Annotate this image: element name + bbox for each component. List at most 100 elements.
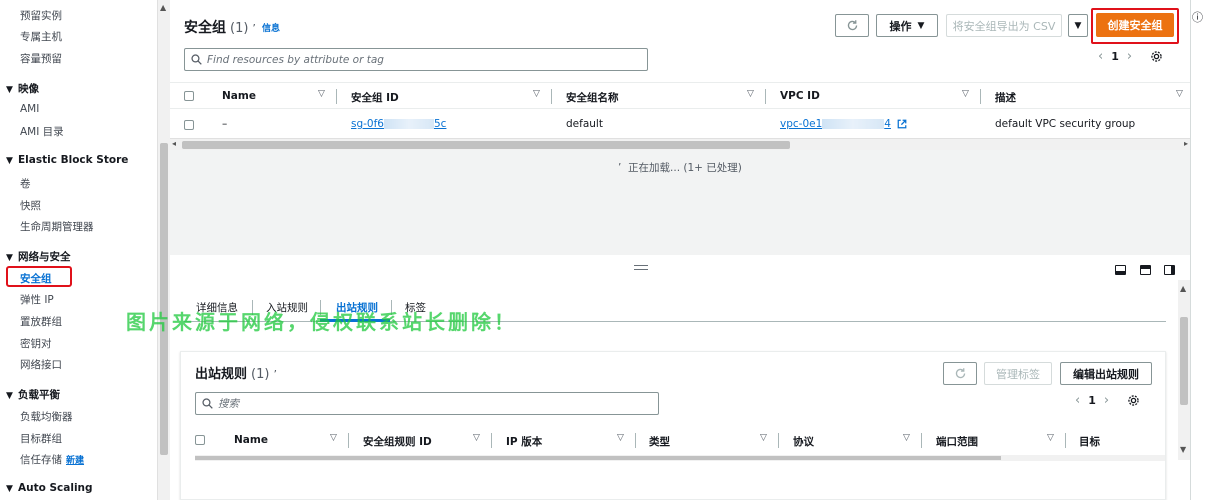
page-number[interactable]: 1 <box>1088 394 1096 407</box>
column-header-sg-id[interactable]: 安全组 ID <box>351 90 399 105</box>
column-divider[interactable] <box>551 89 552 104</box>
sidebar-section-ebs[interactable]: ▼ Elastic Block Store <box>6 154 128 166</box>
panel-splitter[interactable] <box>170 255 1190 280</box>
search-input[interactable]: Find resources by attribute or tag <box>184 48 648 71</box>
sort-icon[interactable]: ▽ <box>473 433 480 443</box>
drag-handle-icon[interactable] <box>634 265 648 270</box>
chevron-right-icon[interactable]: › <box>1127 49 1132 64</box>
scroll-left-icon[interactable]: ◂ <box>172 139 176 148</box>
table-horizontal-scrollbar[interactable]: ◂ ▸ <box>170 138 1190 150</box>
sidebar-item-capacity-reservations[interactable]: 容量预留 <box>20 51 62 66</box>
chevron-left-icon[interactable]: ‹ <box>1075 393 1080 408</box>
column-header-name[interactable]: Name <box>234 434 268 446</box>
column-divider[interactable] <box>635 433 636 448</box>
column-header-rule-id[interactable]: 安全组规则 ID <box>363 434 432 449</box>
sort-icon[interactable]: ▽ <box>1176 89 1183 99</box>
sidebar-section-auto-scaling[interactable]: ▼ Auto Scaling <box>6 482 93 494</box>
column-divider[interactable] <box>348 433 349 448</box>
sidebar-item-ami[interactable]: AMI <box>20 103 39 115</box>
column-divider[interactable] <box>921 433 922 448</box>
manage-tags-button[interactable]: 管理标签 <box>984 362 1052 385</box>
column-header-name[interactable]: Name <box>222 90 256 102</box>
column-header-vpc-id[interactable]: VPC ID <box>780 90 820 102</box>
column-divider[interactable] <box>1065 433 1066 448</box>
sort-icon[interactable]: ▽ <box>760 433 767 443</box>
gear-icon[interactable] <box>1127 394 1140 407</box>
table-row[interactable]: – sg-0f6 5c default vpc-0e1 4 default VPC … <box>170 110 1190 138</box>
sidebar-item-snapshots[interactable]: 快照 <box>20 198 41 213</box>
sidebar-section-load-balancing[interactable]: ▼ 负载平衡 <box>6 387 60 402</box>
row-checkbox[interactable] <box>184 120 194 130</box>
info-circle-icon[interactable]: ⓘ <box>1192 9 1203 25</box>
sidebar-item-placement-groups[interactable]: 置放群组 <box>20 314 62 329</box>
sidebar-section-images[interactable]: ▼ 映像 <box>6 81 39 96</box>
sidebar-item-target-groups[interactable]: 目标群组 <box>20 431 62 446</box>
edit-outbound-rules-button[interactable]: 编辑出站规则 <box>1060 362 1152 385</box>
split-side-icon[interactable] <box>1164 265 1175 275</box>
sort-icon[interactable]: ▽ <box>962 89 969 99</box>
column-header-type[interactable]: 类型 <box>649 434 670 449</box>
split-top-icon[interactable] <box>1140 265 1151 275</box>
vpc-id-suffix[interactable]: 4 <box>884 118 891 130</box>
sidebar-item-reserved-instances[interactable]: 预留实例 <box>20 8 62 23</box>
create-security-group-button[interactable]: 创建安全组 <box>1096 13 1174 37</box>
column-header-port-range[interactable]: 端口范围 <box>936 434 978 449</box>
gear-icon[interactable] <box>1150 50 1163 63</box>
sidebar-item-ami-catalog[interactable]: AMI 目录 <box>20 124 64 139</box>
column-header-destination[interactable]: 目标 <box>1079 434 1100 449</box>
refresh-button[interactable] <box>835 14 869 37</box>
column-header-sg-name[interactable]: 安全组名称 <box>566 90 619 105</box>
sort-icon[interactable]: ▽ <box>903 433 910 443</box>
column-header-description[interactable]: 描述 <box>995 90 1016 105</box>
chevron-right-icon[interactable]: › <box>1104 393 1109 408</box>
scroll-up-icon[interactable]: ▲ <box>1180 284 1186 293</box>
search-input[interactable]: 搜索 <box>195 392 659 415</box>
sort-icon[interactable]: ▽ <box>617 433 624 443</box>
outbound-horizontal-scrollbar[interactable] <box>195 455 1165 461</box>
sidebar-scrollbar[interactable]: ▲ <box>157 0 170 500</box>
detail-vertical-scrollbar[interactable]: ▲ ▼ <box>1178 280 1190 460</box>
sidebar-item-trust-stores[interactable]: 信任存储 新建 <box>20 452 84 467</box>
vpc-id-prefix[interactable]: vpc-0e1 <box>780 118 822 130</box>
external-link-icon[interactable] <box>897 119 907 129</box>
scroll-right-icon[interactable]: ▸ <box>1184 139 1188 148</box>
column-divider[interactable] <box>765 89 766 104</box>
sidebar-item-volumes[interactable]: 卷 <box>20 176 31 191</box>
sidebar-item-security-groups[interactable]: 安全组 <box>20 271 52 286</box>
sort-icon[interactable]: ▽ <box>318 89 325 99</box>
column-divider[interactable] <box>980 89 981 104</box>
info-link[interactable]: 信息 <box>262 21 280 34</box>
scroll-up-icon[interactable]: ▲ <box>160 3 166 12</box>
export-dropdown-button[interactable]: ▼ <box>1068 14 1088 37</box>
sidebar-item-lifecycle-manager[interactable]: 生命周期管理器 <box>20 219 94 234</box>
actions-dropdown[interactable]: 操作 ▼ <box>876 14 938 37</box>
scroll-down-icon[interactable]: ▼ <box>1180 445 1186 454</box>
sidebar-section-network[interactable]: ▼ 网络与安全 <box>6 249 71 264</box>
sidebar-item-network-interfaces[interactable]: 网络接口 <box>20 357 62 372</box>
export-csv-button[interactable]: 将安全组导出为 CSV <box>946 14 1062 37</box>
sg-id-suffix[interactable]: 5c <box>434 118 446 130</box>
sort-icon[interactable]: ▽ <box>747 89 754 99</box>
refresh-button[interactable] <box>943 362 977 385</box>
select-all-checkbox[interactable] <box>195 435 205 445</box>
scrollbar-thumb[interactable] <box>195 456 1001 460</box>
scrollbar-thumb[interactable] <box>160 143 168 455</box>
page-number[interactable]: 1 <box>1111 50 1119 63</box>
column-divider[interactable] <box>778 433 779 448</box>
sidebar-item-elastic-ip[interactable]: 弹性 IP <box>20 292 54 307</box>
sort-icon[interactable]: ▽ <box>1047 433 1054 443</box>
sg-id-prefix[interactable]: sg-0f6 <box>351 118 384 130</box>
column-header-protocol[interactable]: 协议 <box>793 434 814 449</box>
sidebar-item-dedicated-hosts[interactable]: 专属主机 <box>20 29 62 44</box>
sidebar-item-load-balancers[interactable]: 负载均衡器 <box>20 409 73 424</box>
sort-icon[interactable]: ▽ <box>533 89 540 99</box>
sort-icon[interactable]: ▽ <box>330 433 337 443</box>
chevron-left-icon[interactable]: ‹ <box>1098 49 1103 64</box>
cell-vpc-id-link[interactable]: vpc-0e1 4 <box>780 118 907 130</box>
sidebar-item-key-pairs[interactable]: 密钥对 <box>20 336 52 351</box>
column-divider[interactable] <box>491 433 492 448</box>
scrollbar-thumb[interactable] <box>1180 317 1188 405</box>
cell-sg-id-link[interactable]: sg-0f6 5c <box>351 118 446 130</box>
column-divider[interactable] <box>336 89 337 104</box>
select-all-checkbox[interactable] <box>184 91 194 101</box>
